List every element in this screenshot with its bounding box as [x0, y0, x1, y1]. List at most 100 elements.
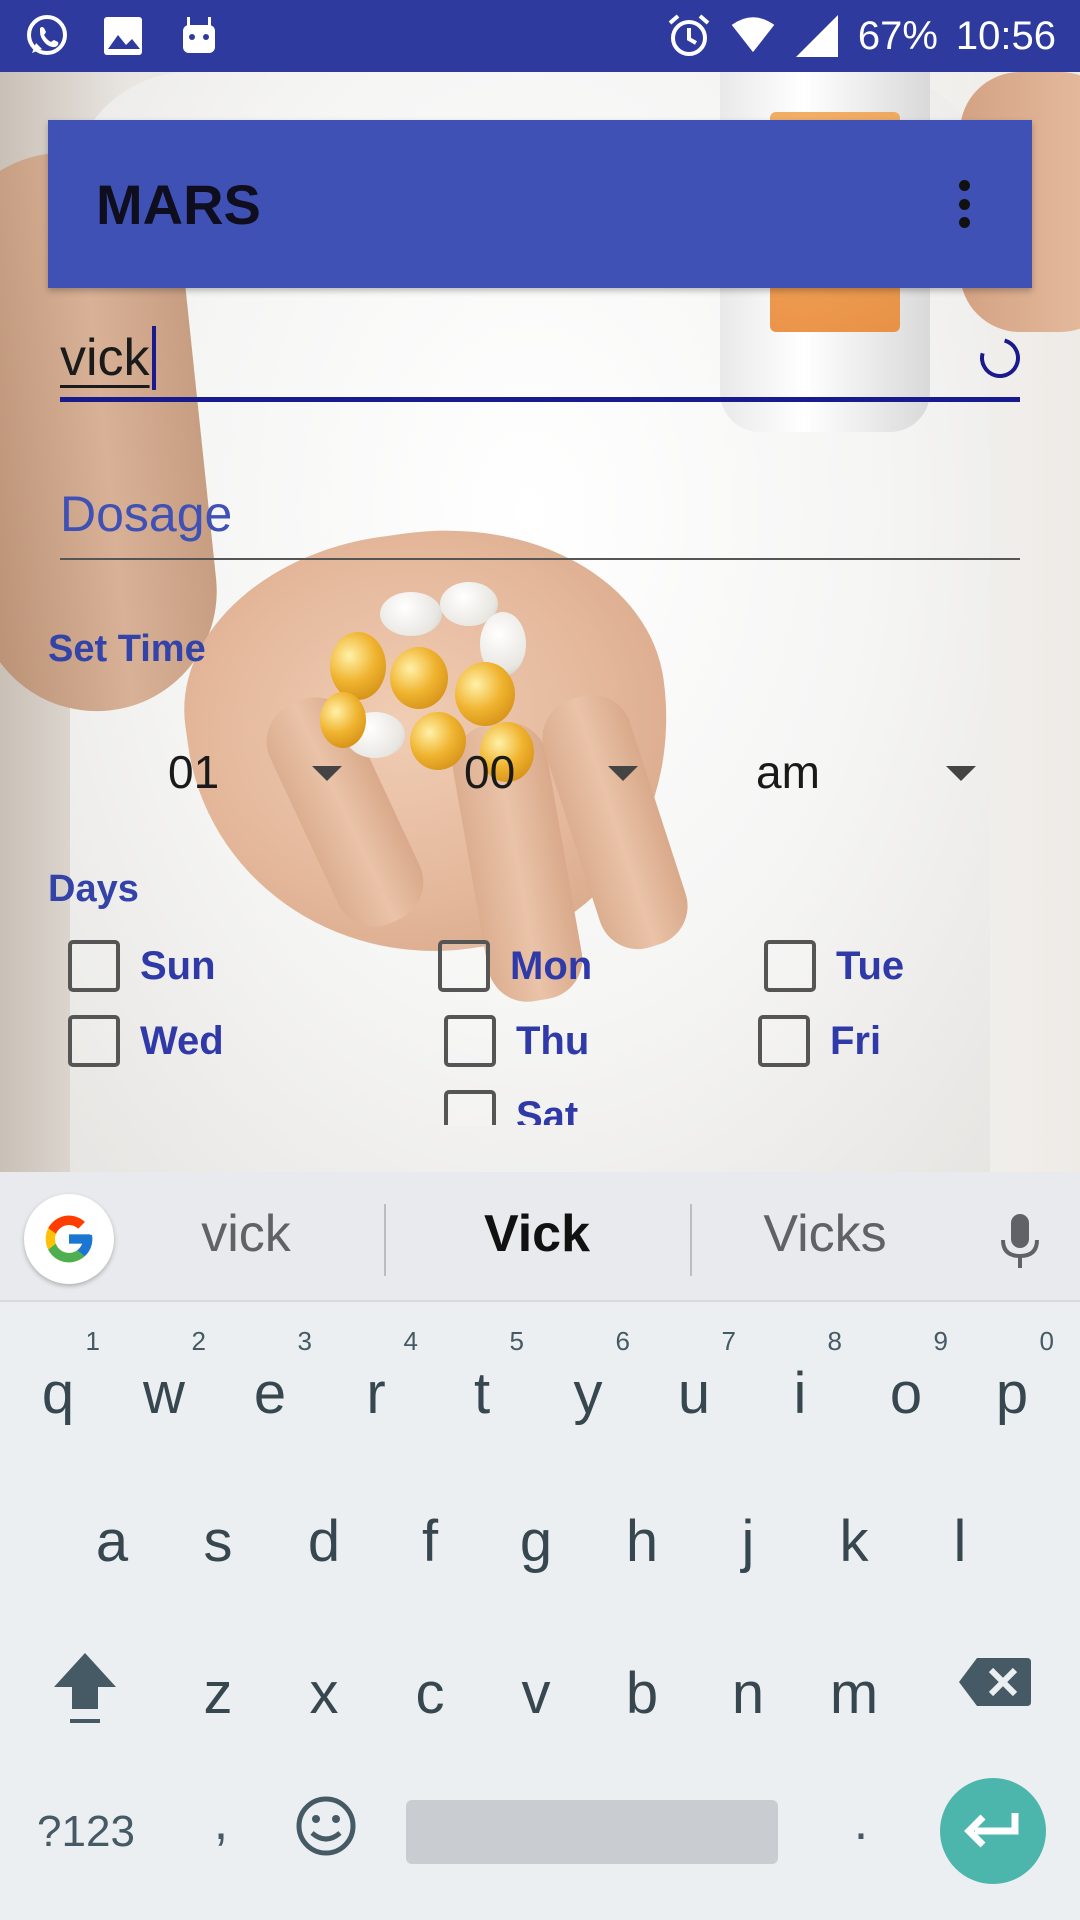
key-y[interactable]: 6y: [538, 1322, 638, 1442]
shift-key[interactable]: [40, 1642, 130, 1732]
key-z[interactable]: z: [168, 1622, 268, 1742]
key-char: x: [309, 1661, 339, 1726]
key-t[interactable]: 5t: [432, 1322, 532, 1442]
day-checkbox-thu[interactable]: Thu: [444, 1015, 589, 1067]
key-m[interactable]: m: [804, 1622, 904, 1742]
minute-spinner[interactable]: 00: [464, 740, 644, 804]
key-q[interactable]: 1q: [8, 1322, 108, 1442]
key-c[interactable]: c: [380, 1622, 480, 1742]
key-char: f: [421, 1509, 439, 1574]
pill-shape: [410, 712, 466, 770]
backspace-key[interactable]: [950, 1642, 1040, 1722]
wifi-icon: [730, 13, 776, 59]
status-bar: 67% 10:56: [0, 0, 1080, 72]
key-s[interactable]: s: [168, 1470, 268, 1590]
dropdown-arrow-icon: [312, 766, 342, 781]
key-char: q: [41, 1361, 75, 1426]
day-checkbox-fri[interactable]: Fri: [758, 1015, 881, 1067]
key-f[interactable]: f: [380, 1470, 480, 1590]
key-char: k: [839, 1509, 869, 1574]
pill-shape: [380, 592, 442, 636]
key-n[interactable]: n: [698, 1622, 798, 1742]
checkbox[interactable]: [444, 1090, 496, 1125]
image-icon: [100, 13, 146, 59]
set-time-label: Set Time: [48, 628, 206, 670]
day-label: Fri: [830, 1018, 882, 1063]
key-char: y: [573, 1361, 603, 1426]
suggestion-item[interactable]: Vicks: [705, 1204, 945, 1264]
key-p[interactable]: 0p: [962, 1322, 1062, 1442]
key-char: w: [143, 1361, 185, 1426]
key-hint: 4: [403, 1326, 418, 1356]
suggestion-item[interactable]: vick: [126, 1204, 366, 1264]
suggestion-item-primary[interactable]: Vick: [417, 1204, 657, 1264]
day-label: Wed: [140, 1018, 224, 1063]
medicine-name-input[interactable]: vick: [60, 318, 1028, 402]
checkbox[interactable]: [68, 940, 120, 992]
key-hint: 5: [509, 1326, 524, 1356]
space-bar[interactable]: [406, 1800, 778, 1864]
key-char: n: [731, 1661, 765, 1726]
key-g[interactable]: g: [486, 1470, 586, 1590]
day-checkbox-wed[interactable]: Wed: [68, 1015, 224, 1067]
key-char: h: [625, 1509, 659, 1574]
key-b[interactable]: b: [592, 1622, 692, 1742]
checkbox[interactable]: [758, 1015, 810, 1067]
checkbox[interactable]: [764, 940, 816, 992]
key-v[interactable]: v: [486, 1622, 586, 1742]
key-u[interactable]: 7u: [644, 1322, 744, 1442]
key-h[interactable]: h: [592, 1470, 692, 1590]
key-j[interactable]: j: [698, 1470, 798, 1590]
android-icon: [176, 13, 222, 59]
key-char: r: [366, 1361, 386, 1426]
day-checkbox-mon[interactable]: Mon: [438, 940, 592, 992]
key-k[interactable]: k: [804, 1470, 904, 1590]
overflow-menu-icon[interactable]: [944, 174, 984, 234]
enter-key[interactable]: [940, 1778, 1046, 1884]
emoji-key[interactable]: [290, 1790, 362, 1862]
key-r[interactable]: 4r: [326, 1322, 426, 1442]
key-char: s: [203, 1509, 233, 1574]
google-icon[interactable]: [24, 1194, 114, 1284]
signal-icon: [794, 13, 840, 59]
key-char: g: [519, 1509, 553, 1574]
key-char: u: [677, 1361, 711, 1426]
key-e[interactable]: 3e: [220, 1322, 320, 1442]
key-char: v: [521, 1661, 551, 1726]
dosage-field[interactable]: [60, 470, 1020, 560]
day-checkbox-sat[interactable]: Sat: [444, 1090, 578, 1125]
key-l[interactable]: l: [910, 1470, 1010, 1590]
key-char: p: [995, 1361, 1029, 1426]
key-hint: 9: [933, 1326, 948, 1356]
key-char: t: [473, 1361, 491, 1426]
shift-icon: [54, 1653, 116, 1723]
days-label: Days: [48, 868, 139, 910]
key-w[interactable]: 2w: [114, 1322, 214, 1442]
comma-key[interactable]: ,: [196, 1782, 246, 1862]
key-x[interactable]: x: [274, 1622, 374, 1742]
checkbox[interactable]: [444, 1015, 496, 1067]
alarm-icon: [666, 13, 712, 59]
day-checkbox-sun[interactable]: Sun: [68, 940, 216, 992]
day-checkbox-tue[interactable]: Tue: [764, 940, 904, 992]
emoji-icon: [296, 1796, 356, 1856]
ampm-value: am: [756, 746, 820, 798]
loading-spinner-icon: [972, 330, 1028, 386]
hour-value: 01: [168, 746, 220, 798]
key-char: e: [253, 1361, 287, 1426]
period-key[interactable]: .: [836, 1782, 886, 1862]
hour-spinner[interactable]: 01: [168, 740, 348, 804]
suggestion-divider: [384, 1204, 386, 1276]
symbols-key[interactable]: ?123: [26, 1792, 146, 1872]
checkbox[interactable]: [438, 940, 490, 992]
key-o[interactable]: 9o: [856, 1322, 956, 1442]
microphone-icon[interactable]: [995, 1212, 1045, 1277]
key-d[interactable]: d: [274, 1470, 374, 1590]
ampm-spinner[interactable]: am: [756, 740, 986, 804]
key-char: i: [793, 1361, 807, 1426]
dosage-input[interactable]: [60, 485, 1020, 543]
pill-shape: [455, 662, 515, 726]
key-i[interactable]: 8i: [750, 1322, 850, 1442]
checkbox[interactable]: [68, 1015, 120, 1067]
key-a[interactable]: a: [62, 1470, 162, 1590]
